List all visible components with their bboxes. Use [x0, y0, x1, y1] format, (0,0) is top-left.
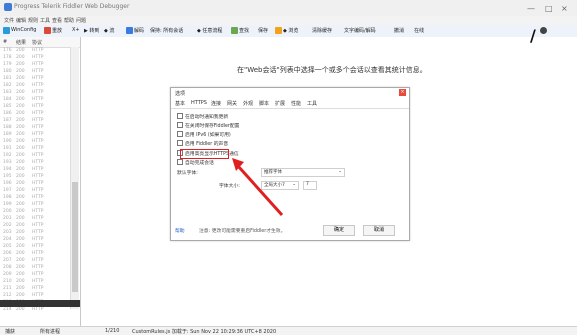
arrow-shaft	[236, 164, 284, 217]
fiddler-window: Progress Telerik Fiddler Web Debugger — …	[0, 0, 577, 335]
annotation-arrow	[232, 158, 284, 217]
slash-mark: /	[530, 26, 536, 45]
session-count: 1/210	[105, 328, 120, 334]
